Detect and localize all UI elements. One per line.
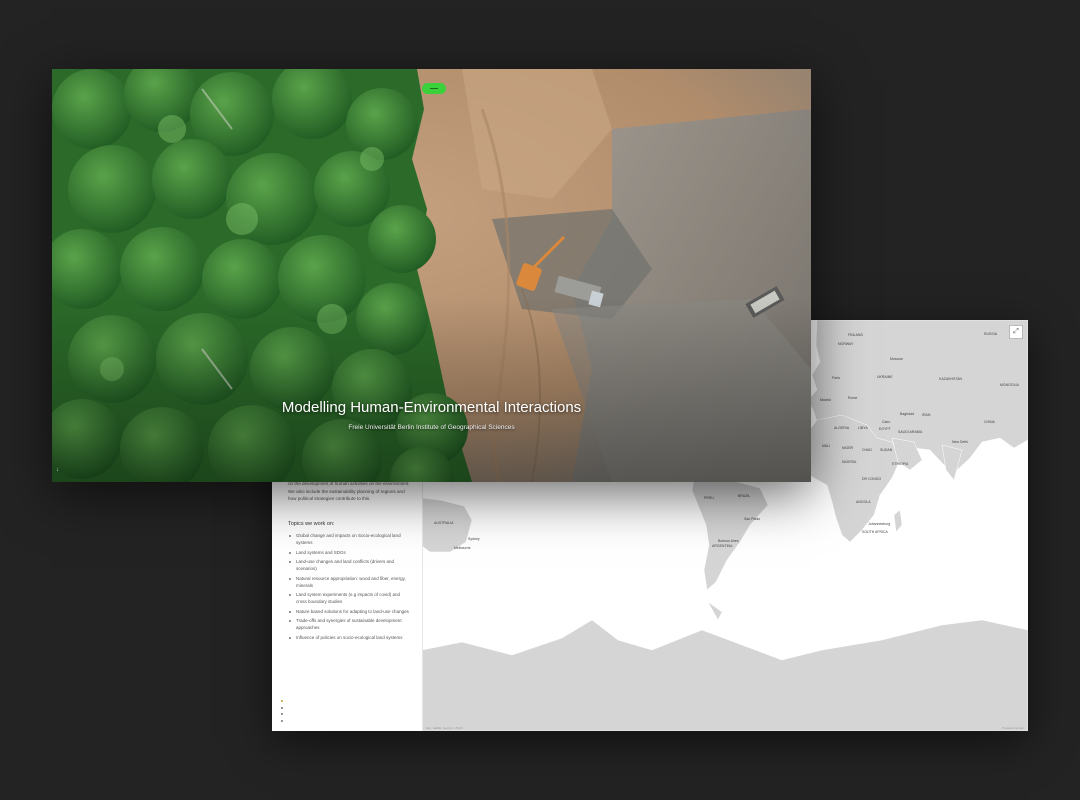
expand-map-button[interactable]: ⤢ [1009,325,1023,339]
hero-section: Modelling Human-Environmental Interactio… [52,69,811,482]
hero-aerial-image [52,69,811,482]
map-label-sao-paulo: Sao Paulo [744,517,761,521]
map-label-nigeria: NIGERIA [842,460,857,464]
map-land-antarctica [422,619,1028,731]
step-dot[interactable] [281,706,283,709]
map-label-russia: RUSSIA [984,332,998,336]
map-label-madrid: Madrid [820,398,831,402]
map-label-brazil: BRAZIL [738,494,751,498]
map-label-baghdad: Baghdad [900,412,915,416]
map-label-algeria: ALGERIA [834,426,850,430]
map-attribution: Esri, HERE, Garmin, USGS [426,726,463,730]
topic-item: Natural resource appropriation: wood and… [288,575,410,589]
map-label-argentina: ARGENTINA [712,544,733,548]
map-label-kazakhstan: KAZAKHSTAN [939,377,963,381]
map-label-rome: Rome [848,396,858,400]
topic-item: Nature based solutions for adapting to l… [288,608,410,615]
map-label-dr-congo: DR CONGO [862,477,882,481]
map-label-sudan: SUDAN [880,448,893,452]
logo-badge[interactable] [422,83,446,94]
map-label-egypt: EGYPT [879,427,891,431]
esri-powered-by[interactable]: Powered by Esri [1002,726,1024,730]
map-label-ethiopia: ETHIOPIA [892,462,909,466]
map-label-sydney: Sydney [468,537,480,541]
topic-item: Land systems and SDGs [288,549,410,556]
intro-paragraph: on the development of human activities o… [288,481,410,502]
map-label-cairo: Cairo [882,420,891,424]
topic-item: Global change and impacts on Socio-ecolo… [288,532,410,546]
topics-heading: Topics we work on: [288,521,335,527]
map-label-ukraine: UKRAINE [877,375,893,379]
page-title: Modelling Human-Environmental Interactio… [281,399,582,416]
map-label-australia: AUSTRALIA [434,521,454,525]
expand-icon: ⤢ [1013,328,1019,335]
map-label-johannesburg: Johannesburg [868,522,891,526]
map-label-iran: IRAN [922,413,931,417]
topic-item: Land-use changes and land conflicts (dri… [288,558,410,572]
map-label-mali: MALI [822,444,831,448]
step-dot[interactable] [281,713,283,715]
story-step-nav[interactable] [281,700,283,726]
map-land-islands [707,601,723,621]
map-label-chad: CHAD [862,448,872,452]
map-land-australia [422,497,473,553]
map-land-south-america [691,477,769,591]
map-label-angola: ANGOLA [856,500,871,504]
map-land-madagascar [893,509,903,533]
map-label-new-delhi: New Delhi [952,440,968,444]
topic-item: Trade-offs and synergies of sustainable … [288,617,410,631]
map-label-norway: NORWAY [838,342,854,346]
map-label-south-africa: SOUTH AFRICA [862,530,888,534]
map-label-saudi-arabia: SAUDI ARABIA [898,430,923,434]
map-label-melbourne: Melbourne [454,546,471,550]
map-label-paris: Paris [832,376,840,380]
map-label-peru: PERU [704,496,714,500]
map-label-libya: LIBYA [858,426,868,430]
step-dot[interactable] [281,719,283,722]
step-dot-active[interactable] [281,700,283,702]
map-label-china: CHINA [984,420,995,424]
map-label-buenos-aires: Buenos Aires [718,539,739,543]
topic-item: Influence of policies on socio-ecologica… [288,634,410,641]
map-label-mongolia: MONGOLIA [1000,383,1019,387]
topic-item: Land system experiments (e.g impacts of … [288,591,410,605]
arrow-down-icon[interactable]: ↓ [56,467,59,473]
map-label-moscow: Moscow [890,357,903,361]
topics-list: Global change and impacts on Socio-ecolo… [288,532,410,643]
map-label-niger: NIGER [842,446,854,450]
map-label-finland: FINLAND [848,333,863,337]
page-subtitle: Freie Universität Berlin Institute of Ge… [348,424,515,431]
